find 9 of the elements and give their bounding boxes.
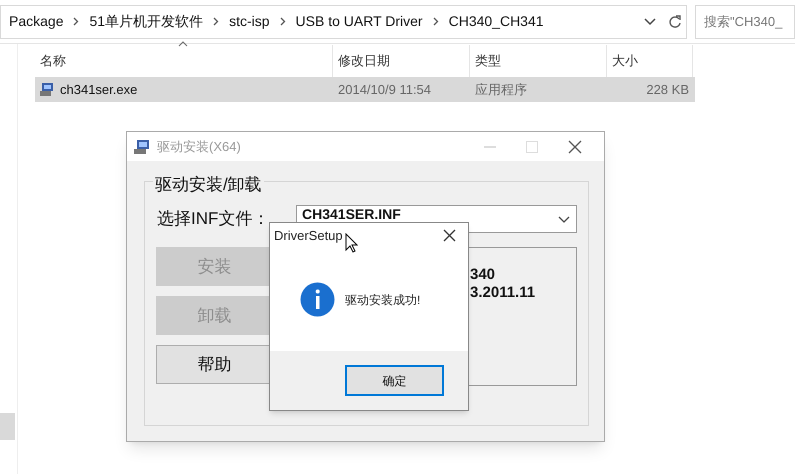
- file-name: ch341ser.exe: [60, 80, 138, 99]
- file-type: 应用程序: [474, 80, 528, 99]
- dialog-message: 驱动安装成功!: [345, 292, 420, 308]
- file-size: 228 KB: [645, 80, 690, 99]
- window-title: 驱动安装(X64): [157, 138, 241, 156]
- info-text: 340: [470, 266, 496, 284]
- info-text: 3.2011.11: [470, 284, 536, 302]
- file-date: 2014/10/9 11:54: [337, 80, 432, 99]
- inf-label: 选择INF文件：: [157, 208, 270, 230]
